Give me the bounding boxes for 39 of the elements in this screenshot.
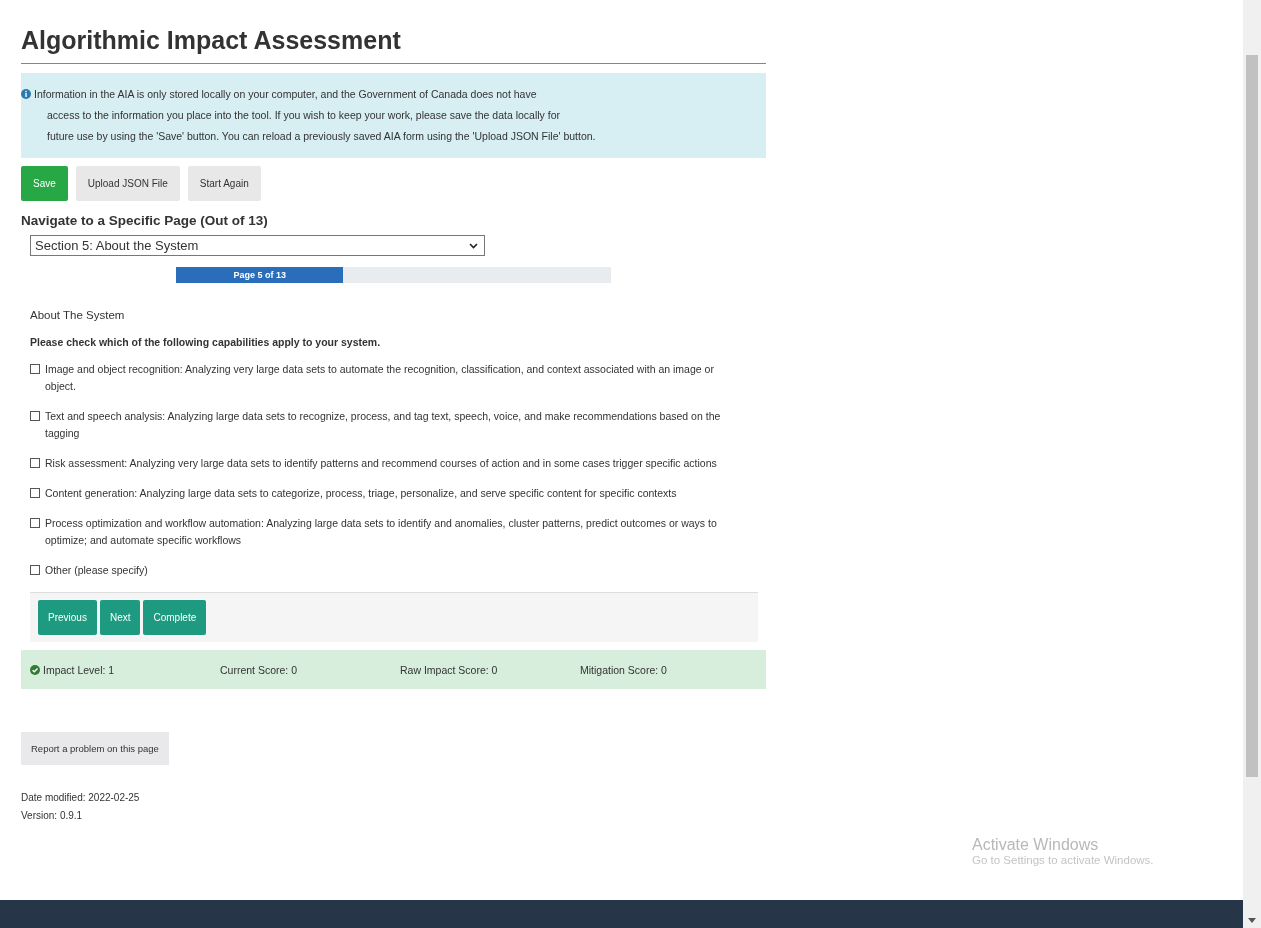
date-modified: Date modified: 2022-02-25 (21, 791, 141, 805)
version-text: Version: 0.9.1 (21, 809, 84, 823)
option-label: Other (please specify) (45, 563, 149, 578)
notice-text: Information in the AIA is only stored locally on your computer, and the Government of Canada does not have (34, 87, 538, 102)
page-select[interactable]: Section 5: About the System (30, 235, 485, 256)
progress-fill: Page 5 of 13 (176, 267, 344, 283)
nav-button[interactable]: Complete (143, 600, 207, 635)
navigate-heading: Navigate to a Specific Page (Out of 13) (21, 213, 269, 228)
checkbox[interactable] (30, 488, 40, 498)
notice-text: future use by using the 'Save' button. You can reload a previously saved AIA form using the 'Upload JSON File' button. (46, 129, 596, 144)
scrollbar[interactable] (1243, 0, 1261, 928)
option-label: Text and speech analysis: Analyzing large data sets to recognize, process, and tag text, speech, voice, and make recommendations based on the tagging (45, 409, 722, 441)
nav-button[interactable]: Previous (38, 600, 97, 635)
section-title: About The System (30, 309, 126, 321)
notice-text: access to the information you place into the tool. If you wish to keep your work, please save the data locally for (46, 108, 562, 123)
report-button[interactable]: Report a problem on this page (21, 732, 169, 765)
checkbox[interactable] (30, 565, 40, 575)
action-button[interactable]: Upload JSON File (75, 166, 180, 201)
action-button[interactable]: Start Again (187, 166, 261, 201)
info-icon (21, 89, 31, 99)
page-title: Algorithmic Impact Assessment (21, 26, 766, 64)
score-text: Impact Level: 1 (43, 663, 115, 676)
checkbox[interactable] (30, 458, 40, 468)
option-label: Image and object recognition: Analyzing very large data sets to automate the recognition, classification, and context associated with an image or object. (45, 362, 715, 394)
scroll-down-arrow-icon[interactable] (1248, 918, 1256, 924)
checkbox[interactable] (30, 364, 40, 374)
option-label: Process optimization and workflow automation: Analyzing large data sets to identify and anomalies, cluster patterns, predict outcomes or ways to optimize; and automate specific workflows (45, 516, 718, 548)
option-label: Risk assessment: Analyzing very large data sets to identify patterns and recommend courses of action and in some cases trigger specific actions (45, 456, 718, 471)
checkbox[interactable] (30, 518, 40, 528)
score-text: Raw Impact Score: 0 (400, 663, 498, 676)
nav-button[interactable]: Next (99, 600, 141, 635)
chevron-down-icon (469, 242, 478, 249)
check-circle-icon (30, 664, 40, 675)
score-text: Current Score: 0 (220, 663, 298, 676)
score-text: Mitigation Score: 0 (580, 663, 667, 676)
checkbox[interactable] (30, 411, 40, 421)
option-label: Content generation: Analyzing large data sets to categorize, process, triage, personalize, and serve specific content for specific contexts (45, 486, 678, 501)
question-text: Please check which of the following capabilities apply to your system. (30, 336, 382, 348)
activation-title: Activate Windows (972, 836, 1100, 854)
